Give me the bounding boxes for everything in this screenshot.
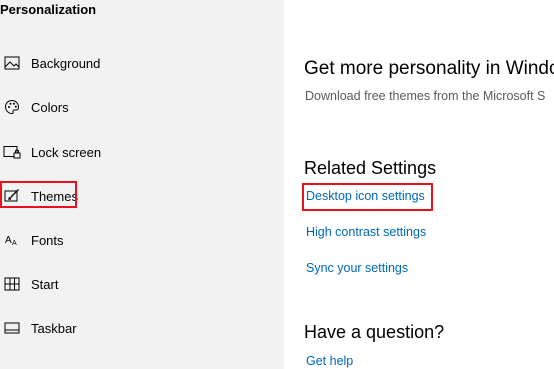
palette-icon [2, 97, 22, 117]
sidebar: Personalization Background Colors Lock s… [0, 0, 284, 369]
desktop-icon-settings-highlight-box [302, 183, 433, 211]
font-icon: AA [2, 230, 22, 250]
get-help-link[interactable]: Get help [306, 354, 353, 368]
image-icon [2, 53, 22, 73]
sync-settings-link[interactable]: Sync your settings [306, 261, 408, 275]
main-content: Get more personality in Windo Download f… [284, 0, 554, 369]
themes-highlight-box [0, 181, 77, 208]
sidebar-item-label: Fonts [31, 232, 64, 248]
sidebar-item-taskbar[interactable]: Taskbar [0, 315, 200, 341]
sidebar-item-label: Lock screen [31, 144, 102, 160]
start-icon [2, 274, 22, 294]
svg-text:A: A [12, 240, 17, 247]
sidebar-item-label: Taskbar [31, 320, 77, 336]
related-settings-heading: Related Settings [304, 158, 437, 178]
sidebar-item-lock-screen[interactable]: Lock screen [0, 139, 200, 165]
sidebar-item-start[interactable]: Start [0, 271, 200, 297]
sidebar-item-fonts[interactable]: AA Fonts [0, 227, 200, 253]
taskbar-icon [2, 318, 22, 338]
sidebar-title: Personalization [0, 2, 97, 17]
sidebar-item-label: Start [31, 276, 59, 292]
sidebar-item-background[interactable]: Background [0, 50, 200, 76]
sidebar-item-label: Background [31, 55, 101, 71]
svg-text:A: A [5, 235, 12, 246]
lock-screen-icon [2, 142, 22, 162]
question-heading: Have a question? [304, 322, 445, 342]
sidebar-item-label: Colors [31, 99, 69, 115]
personality-description: Download free themes from the Microsoft … [305, 89, 546, 103]
high-contrast-settings-link[interactable]: High contrast settings [306, 225, 426, 239]
sidebar-item-colors[interactable]: Colors [0, 94, 200, 120]
personality-heading: Get more personality in Windo [304, 58, 554, 79]
